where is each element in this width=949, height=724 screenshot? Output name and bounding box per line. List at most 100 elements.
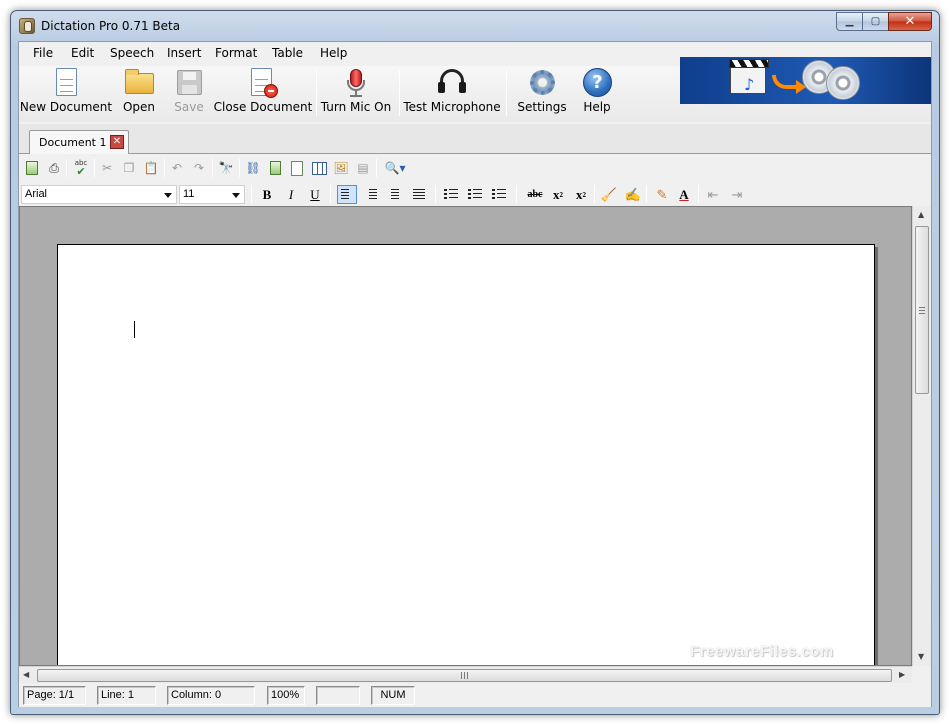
document-area[interactable]: FreewareFiles.com bbox=[19, 206, 912, 666]
format-painter-icon[interactable]: ✍ bbox=[623, 185, 643, 204]
save-button[interactable]: Save bbox=[169, 66, 209, 120]
status-zoom: 100% bbox=[267, 686, 305, 705]
scroll-right-arrow-icon[interactable]: ▶ bbox=[899, 670, 905, 679]
microphone-icon bbox=[341, 68, 371, 98]
status-blank bbox=[316, 686, 360, 705]
clear-format-icon[interactable]: 🧹 bbox=[599, 185, 619, 204]
align-left-button[interactable] bbox=[337, 185, 357, 204]
menu-edit[interactable]: Edit bbox=[67, 46, 98, 60]
title-bar[interactable]: Dictation Pro 0.71 Beta ▁ ▢ ✕ bbox=[11, 11, 939, 41]
scroll-left-arrow-icon[interactable]: ◀ bbox=[23, 670, 29, 679]
minimize-button[interactable]: ▁ bbox=[836, 12, 862, 31]
tab-label: Document 1 bbox=[39, 136, 107, 149]
page-break-icon[interactable] bbox=[289, 160, 305, 176]
music-note-icon: ♪ bbox=[744, 75, 755, 94]
app-icon[interactable] bbox=[19, 18, 35, 34]
status-page: Page: 1/1 bbox=[23, 686, 86, 705]
align-center-button[interactable] bbox=[385, 185, 405, 204]
horizontal-scroll-thumb[interactable] bbox=[37, 669, 892, 682]
close-document-button[interactable]: Close Document bbox=[214, 66, 312, 120]
turn-mic-on-button[interactable]: Turn Mic On bbox=[321, 66, 391, 120]
spellcheck-icon[interactable]: abc ✔ bbox=[71, 160, 91, 178]
numbered-list-icon bbox=[468, 188, 482, 201]
align-right-button[interactable] bbox=[361, 185, 381, 204]
maximize-button[interactable]: ▢ bbox=[862, 12, 888, 31]
horizontal-scrollbar[interactable]: ◀ ▶ bbox=[19, 666, 912, 683]
toolbar-separator bbox=[506, 70, 507, 116]
bullet-list-button[interactable] bbox=[441, 185, 461, 204]
document-page[interactable]: FreewareFiles.com bbox=[57, 244, 875, 665]
menu-file[interactable]: File bbox=[29, 46, 57, 60]
settings-button[interactable]: Settings bbox=[515, 66, 569, 120]
font-size-value: 11 bbox=[183, 188, 195, 200]
standard-toolbar: ⎙ abc ✔ ✂ ❐ 📋 ↶ ↷ 🔭 ⛓ 🖼 ▤ 🔍▾ bbox=[19, 156, 931, 180]
new-document-button[interactable]: New Document bbox=[20, 66, 112, 120]
justify-icon bbox=[413, 189, 425, 200]
insert-table-icon[interactable] bbox=[311, 160, 327, 176]
vertical-scrollbar[interactable]: ▲ ▼ bbox=[912, 206, 931, 666]
decrease-indent-icon[interactable]: ⇤ bbox=[703, 185, 723, 204]
increase-indent-icon[interactable]: ⇥ bbox=[727, 185, 747, 204]
vertical-scroll-thumb[interactable] bbox=[915, 226, 929, 394]
disc-icon bbox=[826, 66, 860, 100]
gear-icon bbox=[527, 68, 557, 98]
scroll-up-arrow-icon[interactable]: ▲ bbox=[918, 210, 924, 219]
link-icon[interactable]: ⛓ bbox=[245, 160, 261, 176]
find-icon[interactable]: 🔭 bbox=[218, 160, 234, 176]
font-color-button[interactable]: A bbox=[674, 185, 694, 204]
insert-image-icon[interactable]: 🖼 bbox=[333, 160, 349, 176]
scroll-down-arrow-icon[interactable]: ▼ bbox=[918, 652, 924, 661]
text-caret bbox=[134, 321, 135, 338]
close-document-icon bbox=[248, 68, 278, 98]
menu-insert[interactable]: Insert bbox=[163, 46, 205, 60]
italic-button[interactable]: I bbox=[281, 185, 301, 204]
font-name-select[interactable]: Arial bbox=[21, 185, 177, 204]
bold-button[interactable]: B bbox=[257, 185, 277, 204]
undo-icon[interactable]: ↶ bbox=[169, 160, 185, 176]
print-icon[interactable]: ⎙ bbox=[46, 160, 62, 176]
font-size-select[interactable]: 11 bbox=[179, 185, 245, 204]
underline-button[interactable]: U bbox=[305, 185, 325, 204]
menu-help[interactable]: Help bbox=[316, 46, 351, 60]
menu-format[interactable]: Format bbox=[211, 46, 261, 60]
numbered-list-button[interactable] bbox=[465, 185, 485, 204]
zoom-icon[interactable]: 🔍▾ bbox=[382, 160, 408, 176]
copy-icon[interactable]: ❐ bbox=[121, 160, 137, 176]
chevron-down-icon bbox=[232, 193, 240, 198]
redo-icon[interactable]: ↷ bbox=[191, 160, 207, 176]
grip-icon bbox=[919, 307, 925, 314]
chevron-down-icon bbox=[164, 193, 172, 198]
toolbar-separator bbox=[316, 70, 317, 116]
superscript-button[interactable]: x2 bbox=[571, 185, 591, 204]
justify-button[interactable] bbox=[409, 185, 429, 204]
align-left-icon bbox=[341, 189, 353, 200]
status-bar: Page: 1/1 Line: 1 Column: 0 100% NUM bbox=[19, 684, 931, 707]
status-column: Column: 0 bbox=[167, 686, 255, 705]
new-document-icon bbox=[51, 68, 81, 98]
cut-icon[interactable]: ✂ bbox=[99, 160, 115, 176]
tab-document-1[interactable]: Document 1 ✕ bbox=[29, 130, 129, 154]
folder-icon bbox=[124, 68, 154, 98]
print-preview-icon[interactable]: ▤ bbox=[355, 160, 371, 176]
menu-table[interactable]: Table bbox=[268, 46, 307, 60]
separator bbox=[376, 159, 377, 177]
help-button[interactable]: ? Help bbox=[579, 66, 615, 120]
close-tab-icon[interactable]: ✕ bbox=[110, 135, 124, 149]
promo-banner[interactable]: ♪ bbox=[680, 57, 931, 104]
subscript-mark: 2 bbox=[559, 190, 564, 199]
menu-speech[interactable]: Speech bbox=[106, 46, 158, 60]
subscript-button[interactable]: x2 bbox=[548, 185, 568, 204]
separator bbox=[435, 185, 436, 203]
new-page-icon[interactable] bbox=[24, 160, 40, 176]
paste-icon[interactable]: 📋 bbox=[143, 160, 159, 176]
test-microphone-button[interactable]: Test Microphone bbox=[403, 66, 501, 120]
strikethrough-button[interactable]: abc bbox=[522, 185, 548, 204]
app-window: Dictation Pro 0.71 Beta ▁ ▢ ✕ File Edit … bbox=[10, 10, 940, 715]
highlight-color-icon[interactable]: ✎ bbox=[652, 185, 672, 204]
header-icon[interactable] bbox=[267, 160, 283, 176]
open-button[interactable]: Open bbox=[117, 66, 161, 120]
font-name-value: Arial bbox=[25, 188, 48, 200]
document-tab-strip: Document 1 ✕ bbox=[19, 124, 931, 154]
multilevel-list-button[interactable] bbox=[489, 185, 509, 204]
close-window-button[interactable]: ✕ bbox=[888, 12, 932, 31]
